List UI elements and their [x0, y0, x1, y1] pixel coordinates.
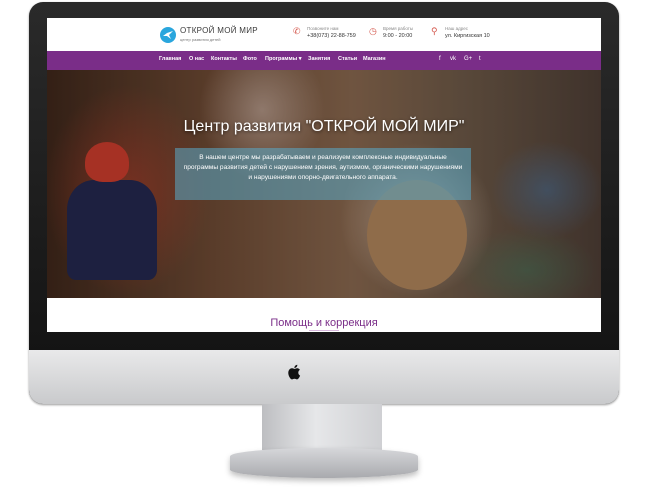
nav-item-shop[interactable]: Магазин: [363, 56, 386, 62]
nav-item-home[interactable]: Главная: [159, 56, 181, 62]
hero-description-box: В нашем центре мы разрабатываем и реализ…: [175, 148, 471, 200]
contact-phone-label: Позвоните нам: [307, 26, 339, 31]
hero-title: Центр развития "ОТКРОЙ МОЙ МИР": [183, 118, 465, 135]
apple-logo-icon: [288, 364, 301, 380]
nav-item-photo[interactable]: Фото: [243, 56, 257, 62]
logo-subtitle: центр развития детей: [180, 37, 221, 42]
screen: ОТКРОЙ МОЙ МИР центр развития детей ✆ По…: [47, 18, 601, 332]
section-title: Помощь и коррекция: [270, 317, 378, 329]
imac-stand-foot: [230, 448, 418, 478]
nav-item-about[interactable]: О нас: [189, 56, 204, 62]
facebook-icon[interactable]: f: [439, 56, 441, 62]
nav-item-articles[interactable]: Статьи: [338, 56, 357, 62]
site-header: ОТКРОЙ МОЙ МИР центр развития детей ✆ По…: [47, 18, 601, 51]
monitor-chin: [29, 350, 619, 404]
nav-item-contacts[interactable]: Контакты: [211, 56, 237, 62]
location-pin-icon: ⚲: [431, 26, 438, 36]
imac-stand: [262, 404, 382, 450]
logo-name: ОТКРОЙ МОЙ МИР: [180, 26, 258, 35]
hero-banner: Центр развития "ОТКРОЙ МОЙ МИР" В нашем …: [47, 70, 601, 298]
clock-icon: ◷: [369, 26, 377, 36]
site-logo[interactable]: ОТКРОЙ МОЙ МИР центр развития детей: [160, 26, 280, 45]
main-nav: Главная О нас Контакты Фото Программы ▾ …: [47, 51, 601, 70]
contact-address-label: Наш адрес: [445, 26, 468, 31]
hero-description: В нашем центре мы разрабатываем и реализ…: [183, 154, 463, 181]
nav-item-programs-label: Программы: [265, 56, 298, 62]
google-plus-icon[interactable]: G+: [464, 56, 472, 62]
chevron-down-icon: ▾: [298, 56, 302, 62]
twitter-icon[interactable]: t: [479, 56, 481, 62]
nav-item-programs[interactable]: Программы ▾: [265, 56, 302, 62]
bird-logo-icon: [160, 27, 176, 43]
contact-hours-label: Время работы: [383, 26, 414, 31]
contact-phone-value: +38(073) 22-88-759: [307, 33, 356, 39]
phone-icon: ✆: [293, 26, 301, 36]
nav-item-classes[interactable]: Занятия: [308, 56, 330, 62]
vk-icon[interactable]: vk: [450, 56, 456, 62]
contact-address-value: ул. Киргизская 10: [445, 33, 490, 39]
section-divider: [309, 330, 339, 331]
contact-hours-value: 9:00 - 20:00: [383, 33, 413, 39]
